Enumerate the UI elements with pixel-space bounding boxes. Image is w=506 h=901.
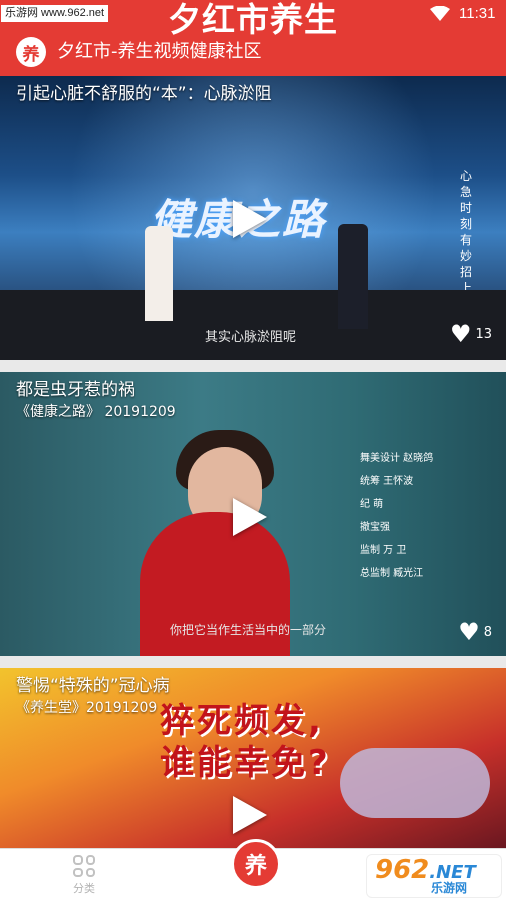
nav-category[interactable]: 分类 [62,855,106,896]
video-card-3[interactable]: 警惕“特殊的”冠心病 《养生堂》20191209 猝死频发, 谁能幸免? [0,668,506,848]
heart-icon: ♥ [449,320,472,348]
overlay-banner: 猝死频发, 谁能幸免? [160,700,331,784]
credit-line: 统筹 王怀波 [360,476,414,487]
site-watermark-962: 962.NET 乐游网 [366,854,502,898]
status-time: 11:31 [459,5,496,22]
credit-line: 总监制 臧光江 [360,568,424,579]
like-count: 8 [483,624,492,640]
nav-category-label: 分类 [73,882,95,895]
credit-line: 撤宝强 [360,522,390,533]
overlay-vertical-text: 心急时刻有妙招 上 [460,169,473,295]
heart-icon: ♥ [458,618,480,646]
play-icon[interactable] [233,498,267,536]
video-title: 都是虫牙惹的祸 [16,380,135,400]
overlay-credits: 舞美设计 赵晓鸽 统筹 王怀波 纪 萌 撤宝强 监制 万 卫 总监制 臧光江 [360,447,433,585]
banner-line: 谁能幸免? [160,743,331,783]
video-caption: 其实心脉淤阻呢 [205,330,297,345]
credit-line: 监制 万 卫 [360,545,407,556]
like-button[interactable]: ♥ 13 [450,322,492,346]
like-count: 13 [475,326,492,342]
like-button[interactable]: ♥ 8 [458,620,492,644]
credit-line: 纪 萌 [360,499,384,510]
guest-figure [338,224,368,329]
play-icon[interactable] [233,200,267,238]
video-card-1[interactable]: 引起心脏不舒服的“本”：心脉淤阻 健康之路 心急时刻有妙招 上 其实心脉淤阻呢 … [0,76,506,360]
banner-line: 猝死频发, [160,701,324,741]
app-logo: 养 [16,37,46,67]
video-title: 引起心脏不舒服的“本”：心脉淤阻 [16,84,272,104]
hand-graphic [340,748,490,818]
audience-area [0,290,506,360]
video-title: 警惕“特殊的”冠心病 [16,676,170,696]
nav-home-button[interactable]: 养 [231,839,281,889]
wifi-icon [430,6,450,21]
play-icon[interactable] [233,796,267,834]
grid-icon [73,855,95,877]
app-subtitle: 夕红市-养生视频健康社区 [57,41,262,62]
app-header: 乐游网 www.962.net 夕红市养生 11:31 养 夕红市-养生视频健康… [0,0,506,76]
video-card-2[interactable]: 都是虫牙惹的祸 《健康之路》 20191209 舞美设计 赵晓鸽 统筹 王怀波 … [0,372,506,656]
credit-line: 舞美设计 赵晓鸽 [360,453,434,464]
video-caption: 你把它当作生活当中的一部分 [170,623,327,637]
video-subtitle: 《养生堂》20191209 [16,700,158,716]
host-figure [145,226,173,321]
video-subtitle: 《健康之路》 20191209 [16,404,176,420]
watermark-962-label: 乐游网 [431,881,468,895]
